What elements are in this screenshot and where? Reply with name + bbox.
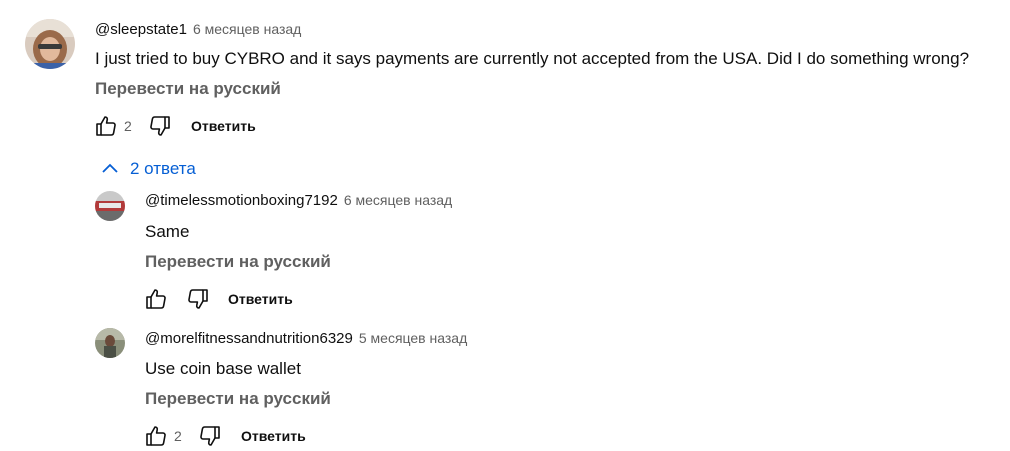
replies-toggle-label: 2 ответа — [130, 159, 196, 178]
reply-button[interactable]: Ответить — [191, 118, 256, 134]
avatar[interactable] — [95, 191, 125, 221]
comment-header: @timelessmotionboxing7192 6 месяцев назад — [145, 192, 452, 210]
comment-text: I just tried to buy CYBRO and it says pa… — [95, 49, 970, 68]
comment-header: @morelfitnessandnutrition6329 5 месяцев н… — [145, 330, 467, 348]
dislike-button[interactable] — [146, 112, 174, 140]
replies-toggle-button[interactable]: 2 ответа — [100, 159, 196, 179]
thumbs-down-icon — [188, 289, 208, 309]
comment-author[interactable]: @sleepstate1 — [95, 21, 187, 38]
reply-button[interactable]: Ответить — [228, 291, 293, 307]
comment-text: Use coin base wallet — [145, 359, 301, 378]
comment-header: @sleepstate1 6 месяцев назад — [95, 21, 301, 39]
avatar[interactable] — [95, 328, 125, 358]
dislike-button[interactable] — [196, 422, 224, 450]
comment-text: Same — [145, 222, 190, 241]
comment-actions: 2 Ответить — [142, 422, 306, 450]
thumbs-up-icon — [96, 116, 116, 136]
comment-author[interactable]: @timelessmotionboxing7192 — [145, 192, 338, 209]
like-button[interactable] — [142, 285, 170, 313]
comment-author[interactable]: @morelfitnessandnutrition6329 — [145, 330, 353, 347]
comment-time[interactable]: 6 месяцев назад — [193, 21, 301, 37]
comment-time[interactable]: 6 месяцев назад — [344, 192, 452, 208]
like-button[interactable] — [142, 422, 170, 450]
thumbs-down-icon — [200, 426, 220, 446]
thumbs-up-icon — [146, 426, 166, 446]
thumbs-down-icon — [150, 116, 170, 136]
comment-actions: 2 Ответить — [92, 112, 256, 140]
translate-button[interactable]: Перевести на русский — [145, 252, 331, 272]
reply-button[interactable]: Ответить — [241, 428, 306, 444]
translate-button[interactable]: Перевести на русский — [145, 389, 331, 409]
like-count: 2 — [174, 428, 182, 444]
dislike-button[interactable] — [184, 285, 212, 313]
chevron-up-icon — [102, 163, 118, 173]
like-count: 2 — [124, 118, 132, 134]
comment-time[interactable]: 5 месяцев назад — [359, 330, 467, 346]
comment-actions: Ответить — [142, 285, 293, 313]
thumbs-up-icon — [146, 289, 166, 309]
avatar[interactable] — [25, 19, 75, 69]
translate-button[interactable]: Перевести на русский — [95, 79, 281, 99]
like-button[interactable] — [92, 112, 120, 140]
